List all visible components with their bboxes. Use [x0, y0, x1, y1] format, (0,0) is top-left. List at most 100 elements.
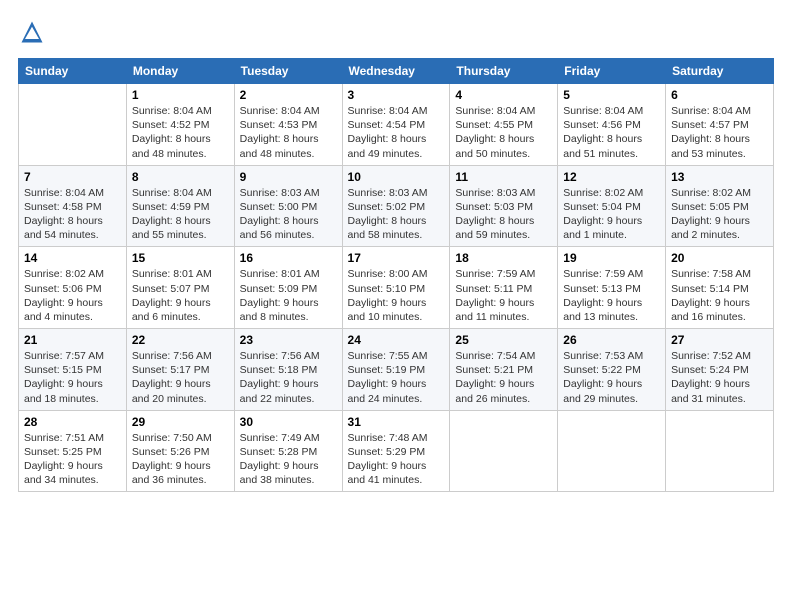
day-info: Sunrise: 8:04 AM Sunset: 4:52 PM Dayligh…: [132, 104, 229, 161]
calendar-cell: [450, 410, 558, 492]
day-number: 6: [671, 88, 768, 102]
calendar-cell: 10 Sunrise: 8:03 AM Sunset: 5:02 PM Dayli…: [342, 165, 450, 247]
day-info: Sunrise: 7:55 AM Sunset: 5:19 PM Dayligh…: [348, 349, 445, 406]
calendar-cell: 6 Sunrise: 8:04 AM Sunset: 4:57 PM Daylig…: [666, 84, 774, 166]
day-info: Sunrise: 7:59 AM Sunset: 5:11 PM Dayligh…: [455, 267, 552, 324]
day-number: 29: [132, 415, 229, 429]
calendar-cell: 29 Sunrise: 7:50 AM Sunset: 5:26 PM Dayli…: [126, 410, 234, 492]
calendar-cell: 4Sunrise: 8:04 AM Sunset: 4:55 PM Daylig…: [450, 84, 558, 166]
calendar-cell: 17 Sunrise: 8:00 AM Sunset: 5:10 PM Dayli…: [342, 247, 450, 329]
day-info: Sunrise: 8:04 AM Sunset: 4:58 PM Dayligh…: [24, 186, 121, 243]
day-number: 11: [455, 170, 552, 184]
calendar-cell: 15 Sunrise: 8:01 AM Sunset: 5:07 PM Dayli…: [126, 247, 234, 329]
calendar-cell: 13Sunrise: 8:02 AM Sunset: 5:05 PM Dayli…: [666, 165, 774, 247]
day-info: Sunrise: 8:04 AM Sunset: 4:54 PM Dayligh…: [348, 104, 445, 161]
day-info: Sunrise: 7:59 AM Sunset: 5:13 PM Dayligh…: [563, 267, 660, 324]
day-info: Sunrise: 8:02 AM Sunset: 5:06 PM Dayligh…: [24, 267, 121, 324]
day-info: Sunrise: 7:49 AM Sunset: 5:28 PM Dayligh…: [240, 431, 337, 488]
calendar-cell: 12 Sunrise: 8:02 AM Sunset: 5:04 PM Dayli…: [558, 165, 666, 247]
calendar-cell: 26 Sunrise: 7:53 AM Sunset: 5:22 PM Dayli…: [558, 329, 666, 411]
calendar-cell: 5Sunrise: 8:04 AM Sunset: 4:56 PM Daylig…: [558, 84, 666, 166]
logo-icon: [18, 18, 46, 46]
day-info: Sunrise: 8:01 AM Sunset: 5:09 PM Dayligh…: [240, 267, 337, 324]
day-info: Sunrise: 8:04 AM Sunset: 4:59 PM Dayligh…: [132, 186, 229, 243]
calendar-cell: 7 Sunrise: 8:04 AM Sunset: 4:58 PM Daylig…: [19, 165, 127, 247]
calendar-cell: 3Sunrise: 8:04 AM Sunset: 4:54 PM Daylig…: [342, 84, 450, 166]
weekday-header-friday: Friday: [558, 59, 666, 84]
weekday-header-saturday: Saturday: [666, 59, 774, 84]
day-number: 5: [563, 88, 660, 102]
calendar-body: 1 Sunrise: 8:04 AM Sunset: 4:52 PM Daylig…: [19, 84, 774, 492]
calendar-cell: [666, 410, 774, 492]
calendar-cell: 24Sunrise: 7:55 AM Sunset: 5:19 PM Dayli…: [342, 329, 450, 411]
day-number: 16: [240, 251, 337, 265]
calendar-cell: 23Sunrise: 7:56 AM Sunset: 5:18 PM Dayli…: [234, 329, 342, 411]
weekday-header-row: SundayMondayTuesdayWednesdayThursdayFrid…: [19, 59, 774, 84]
calendar-cell: 25 Sunrise: 7:54 AM Sunset: 5:21 PM Dayli…: [450, 329, 558, 411]
calendar-table: SundayMondayTuesdayWednesdayThursdayFrid…: [18, 58, 774, 492]
week-row-3: 14 Sunrise: 8:02 AM Sunset: 5:06 PM Dayli…: [19, 247, 774, 329]
logo: [18, 18, 50, 46]
calendar-header: SundayMondayTuesdayWednesdayThursdayFrid…: [19, 59, 774, 84]
day-number: 8: [132, 170, 229, 184]
calendar-cell: 21Sunrise: 7:57 AM Sunset: 5:15 PM Dayli…: [19, 329, 127, 411]
day-number: 9: [240, 170, 337, 184]
calendar-cell: 28Sunrise: 7:51 AM Sunset: 5:25 PM Dayli…: [19, 410, 127, 492]
day-number: 10: [348, 170, 445, 184]
day-number: 30: [240, 415, 337, 429]
week-row-2: 7 Sunrise: 8:04 AM Sunset: 4:58 PM Daylig…: [19, 165, 774, 247]
day-info: Sunrise: 8:00 AM Sunset: 5:10 PM Dayligh…: [348, 267, 445, 324]
calendar-cell: 20 Sunrise: 7:58 AM Sunset: 5:14 PM Dayli…: [666, 247, 774, 329]
day-number: 15: [132, 251, 229, 265]
page-container: SundayMondayTuesdayWednesdayThursdayFrid…: [0, 0, 792, 502]
day-number: 19: [563, 251, 660, 265]
calendar-cell: [558, 410, 666, 492]
calendar-cell: 27 Sunrise: 7:52 AM Sunset: 5:24 PM Dayli…: [666, 329, 774, 411]
day-info: Sunrise: 7:56 AM Sunset: 5:18 PM Dayligh…: [240, 349, 337, 406]
weekday-header-sunday: Sunday: [19, 59, 127, 84]
day-number: 14: [24, 251, 121, 265]
day-number: 1: [132, 88, 229, 102]
day-info: Sunrise: 8:02 AM Sunset: 5:04 PM Dayligh…: [563, 186, 660, 243]
calendar-cell: 8 Sunrise: 8:04 AM Sunset: 4:59 PM Daylig…: [126, 165, 234, 247]
day-number: 12: [563, 170, 660, 184]
day-number: 25: [455, 333, 552, 347]
day-info: Sunrise: 8:01 AM Sunset: 5:07 PM Dayligh…: [132, 267, 229, 324]
calendar-cell: 30 Sunrise: 7:49 AM Sunset: 5:28 PM Dayli…: [234, 410, 342, 492]
day-number: 20: [671, 251, 768, 265]
day-info: Sunrise: 8:04 AM Sunset: 4:57 PM Dayligh…: [671, 104, 768, 161]
day-info: Sunrise: 7:57 AM Sunset: 5:15 PM Dayligh…: [24, 349, 121, 406]
day-info: Sunrise: 7:58 AM Sunset: 5:14 PM Dayligh…: [671, 267, 768, 324]
day-info: Sunrise: 8:03 AM Sunset: 5:00 PM Dayligh…: [240, 186, 337, 243]
day-number: 17: [348, 251, 445, 265]
calendar-cell: 16 Sunrise: 8:01 AM Sunset: 5:09 PM Dayli…: [234, 247, 342, 329]
calendar-cell: 9 Sunrise: 8:03 AM Sunset: 5:00 PM Daylig…: [234, 165, 342, 247]
day-info: Sunrise: 7:53 AM Sunset: 5:22 PM Dayligh…: [563, 349, 660, 406]
day-info: Sunrise: 7:54 AM Sunset: 5:21 PM Dayligh…: [455, 349, 552, 406]
day-number: 18: [455, 251, 552, 265]
weekday-header-thursday: Thursday: [450, 59, 558, 84]
calendar-cell: 22Sunrise: 7:56 AM Sunset: 5:17 PM Dayli…: [126, 329, 234, 411]
calendar-cell: [19, 84, 127, 166]
calendar-cell: 18 Sunrise: 7:59 AM Sunset: 5:11 PM Dayli…: [450, 247, 558, 329]
weekday-header-wednesday: Wednesday: [342, 59, 450, 84]
calendar-cell: 31 Sunrise: 7:48 AM Sunset: 5:29 PM Dayli…: [342, 410, 450, 492]
day-info: Sunrise: 7:56 AM Sunset: 5:17 PM Dayligh…: [132, 349, 229, 406]
day-info: Sunrise: 7:48 AM Sunset: 5:29 PM Dayligh…: [348, 431, 445, 488]
day-number: 26: [563, 333, 660, 347]
day-info: Sunrise: 8:04 AM Sunset: 4:55 PM Dayligh…: [455, 104, 552, 161]
day-number: 13: [671, 170, 768, 184]
day-info: Sunrise: 8:03 AM Sunset: 5:02 PM Dayligh…: [348, 186, 445, 243]
day-info: Sunrise: 8:03 AM Sunset: 5:03 PM Dayligh…: [455, 186, 552, 243]
day-info: Sunrise: 7:52 AM Sunset: 5:24 PM Dayligh…: [671, 349, 768, 406]
calendar-cell: 19 Sunrise: 7:59 AM Sunset: 5:13 PM Dayli…: [558, 247, 666, 329]
calendar-cell: 2Sunrise: 8:04 AM Sunset: 4:53 PM Daylig…: [234, 84, 342, 166]
calendar-cell: 1 Sunrise: 8:04 AM Sunset: 4:52 PM Daylig…: [126, 84, 234, 166]
calendar-cell: 11 Sunrise: 8:03 AM Sunset: 5:03 PM Dayli…: [450, 165, 558, 247]
day-number: 27: [671, 333, 768, 347]
day-number: 31: [348, 415, 445, 429]
day-number: 7: [24, 170, 121, 184]
day-number: 28: [24, 415, 121, 429]
day-info: Sunrise: 8:04 AM Sunset: 4:53 PM Dayligh…: [240, 104, 337, 161]
day-info: Sunrise: 7:50 AM Sunset: 5:26 PM Dayligh…: [132, 431, 229, 488]
